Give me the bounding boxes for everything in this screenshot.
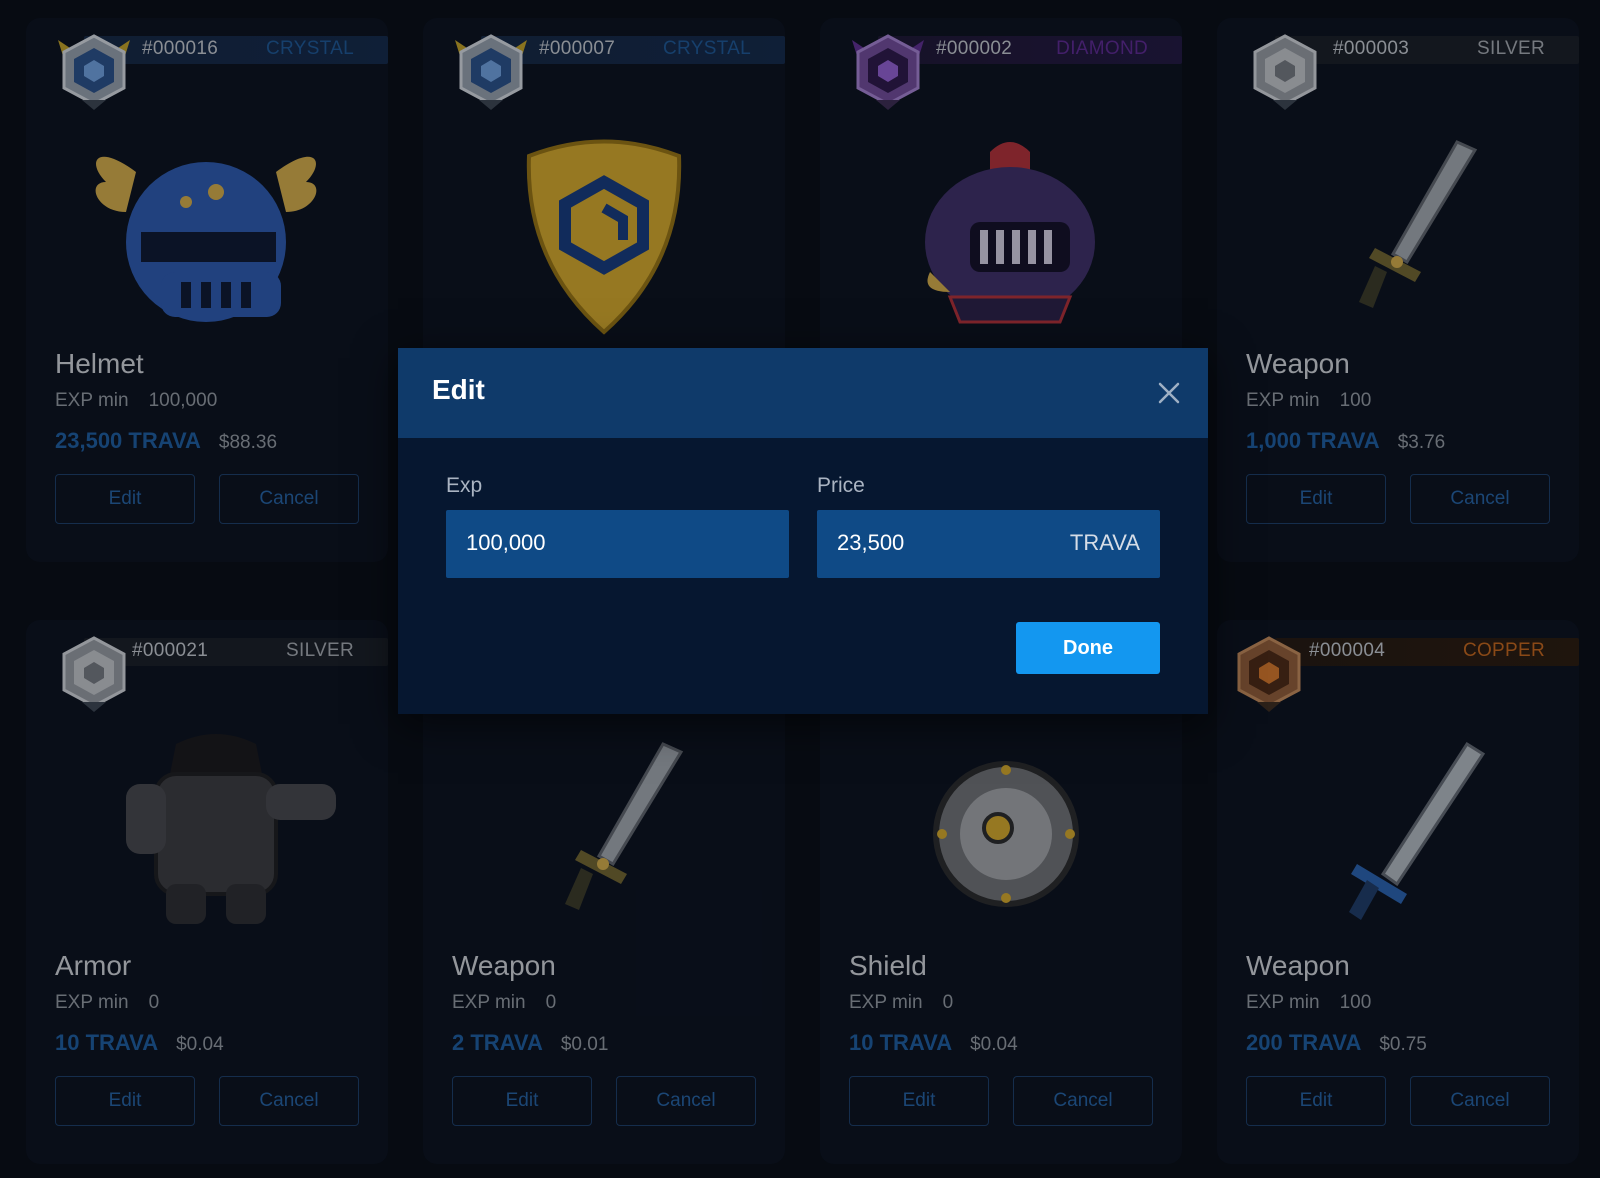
modal-header: Edit bbox=[398, 348, 1208, 438]
close-icon[interactable] bbox=[1154, 378, 1184, 408]
price-label: Price bbox=[817, 474, 865, 497]
price-input[interactable]: 23,500 TRAVA bbox=[817, 510, 1160, 578]
modal-title: Edit bbox=[432, 374, 485, 405]
exp-input[interactable]: 100,000 bbox=[446, 510, 789, 578]
price-input-value: 23,500 bbox=[837, 530, 905, 555]
exp-input-value: 100,000 bbox=[466, 530, 546, 555]
done-button[interactable]: Done bbox=[1016, 622, 1160, 674]
price-unit: TRAVA bbox=[1069, 530, 1140, 555]
edit-modal: Edit Exp 100,000 Price 23,500 TRAVA Done bbox=[398, 348, 1208, 714]
exp-label: Exp bbox=[446, 474, 483, 497]
